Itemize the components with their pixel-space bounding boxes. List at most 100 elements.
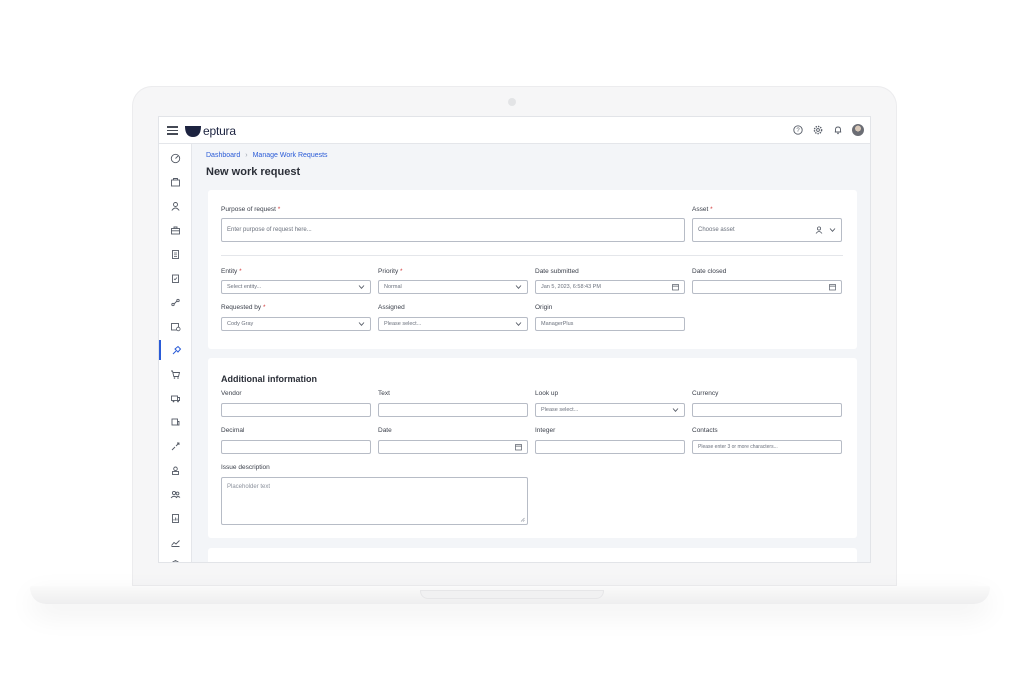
top-bar: eptura ? [159, 117, 870, 144]
sidebar-item-fleet[interactable] [159, 388, 192, 408]
sidebar [159, 144, 192, 562]
currency-input[interactable] [692, 403, 842, 417]
date-submitted-input[interactable]: Jan 5, 2023, 6:58:43 PM [535, 280, 685, 294]
user-icon [172, 466, 179, 475]
sidebar-item-assets[interactable] [159, 220, 192, 240]
chevron-down-icon [672, 408, 679, 412]
footer-button[interactable] [783, 562, 829, 563]
decimal-input[interactable] [221, 440, 371, 454]
app-screen: eptura ? Dashboard › Manage Work Request… [158, 116, 871, 563]
sidebar-item-locations[interactable] [159, 172, 192, 192]
vendor-input[interactable] [221, 403, 371, 417]
eptura-logo-icon [185, 125, 201, 137]
date-label: Date [378, 427, 392, 434]
sidebar-item-calendar[interactable] [159, 316, 192, 336]
calendar-icon [171, 322, 181, 331]
section-divider [221, 255, 843, 256]
tools-icon [171, 442, 180, 450]
people-icon [171, 201, 180, 211]
date-closed-label: Date closed [692, 268, 727, 275]
currency-label: Currency [692, 390, 719, 397]
sidebar-item-analytics[interactable] [159, 532, 192, 552]
breadcrumb-dashboard[interactable]: Dashboard [206, 152, 240, 159]
footer-card [208, 548, 857, 563]
purpose-input[interactable]: Enter purpose of request here... [221, 218, 685, 242]
date-submitted-label: Date submitted [535, 268, 579, 275]
dashboard-icon [170, 153, 181, 163]
sidebar-item-tools[interactable] [159, 436, 192, 456]
main-content: Dashboard › Manage Work Requests New wor… [192, 144, 870, 563]
requested-by-select[interactable]: Cody Gray [221, 317, 371, 331]
resize-handle-icon[interactable] [520, 517, 525, 522]
checklist-icon [172, 274, 179, 283]
lookup-select[interactable]: Please select... [535, 403, 685, 417]
integer-label: Integer [535, 427, 556, 434]
vehicle-icon [171, 418, 180, 425]
date-closed-input[interactable] [692, 280, 842, 294]
sidebar-item-documents[interactable] [159, 244, 192, 264]
origin-input[interactable]: ManagerPlus [535, 317, 685, 331]
sidebar-item-teams[interactable] [159, 484, 192, 504]
routes-icon [171, 298, 180, 306]
assets-icon [171, 226, 180, 234]
settings-icon[interactable] [812, 124, 824, 136]
requested-by-label: Requested by * [221, 304, 266, 311]
help-icon[interactable]: ? [792, 124, 804, 136]
work-requests-icon [172, 345, 182, 354]
bell-icon[interactable] [832, 124, 844, 136]
asset-label: Asset * [692, 206, 713, 213]
brand-logo[interactable]: eptura [185, 124, 236, 138]
laptop-camera [508, 98, 516, 106]
reports-icon [172, 513, 179, 523]
calendar-icon [829, 284, 836, 291]
brand-name: eptura [203, 124, 236, 138]
breadcrumb-manage-work-requests[interactable]: Manage Work Requests [253, 152, 328, 159]
entity-select[interactable]: Select entity... [221, 280, 371, 294]
calendar-icon [672, 284, 679, 291]
text-label: Text [378, 390, 390, 397]
issue-description-label: Issue description [221, 464, 270, 471]
sidebar-item-vehicle[interactable] [159, 412, 192, 432]
issue-description-textarea[interactable]: Placeholder text [221, 477, 528, 525]
vendor-label: Vendor [221, 390, 242, 397]
purpose-label: Purpose of request * [221, 206, 281, 213]
lookup-label: Look up [535, 390, 559, 397]
contacts-label: Contacts [692, 427, 718, 434]
integer-input[interactable] [535, 440, 685, 454]
sidebar-item-routes[interactable] [159, 292, 192, 312]
locations-icon [171, 177, 180, 186]
breadcrumb-separator: › [245, 152, 248, 159]
avatar[interactable] [852, 124, 864, 136]
sidebar-item-dashboard[interactable] [159, 148, 192, 168]
chevron-down-icon [358, 285, 365, 289]
fleet-icon [171, 395, 180, 402]
breadcrumb: Dashboard › Manage Work Requests [206, 152, 328, 159]
sidebar-item-people[interactable] [159, 196, 192, 216]
asset-select[interactable]: Choose asset [692, 218, 842, 242]
sidebar-item-purchasing[interactable] [159, 364, 192, 384]
entity-label: Entity * [221, 268, 242, 275]
sidebar-item-checklist[interactable] [159, 268, 192, 288]
contacts-input[interactable]: Please enter 3 or more characters... [692, 440, 842, 454]
assigned-select[interactable]: Please select... [378, 317, 528, 331]
documents-icon [172, 249, 179, 259]
menu-icon[interactable] [167, 126, 178, 135]
chevron-down-icon [358, 322, 365, 326]
chevron-down-icon [515, 285, 522, 289]
date-input[interactable] [378, 440, 528, 454]
sidebar-item-reports[interactable] [159, 508, 192, 528]
chevron-down-icon [829, 228, 836, 232]
text-input[interactable] [378, 403, 528, 417]
page-title: New work request [206, 166, 301, 178]
additional-info-card: Additional information Vendor Text Look … [208, 358, 857, 538]
analytics-icon [171, 539, 180, 547]
admin-icon [171, 559, 180, 562]
sidebar-item-work-requests[interactable] [159, 340, 192, 360]
sidebar-item-user[interactable] [159, 460, 192, 480]
request-details-card: Purpose of request * Enter purpose of re… [208, 190, 857, 349]
laptop-mockup: eptura ? Dashboard › Manage Work Request… [0, 0, 1024, 677]
priority-select[interactable]: Normal [378, 280, 528, 294]
svg-text:?: ? [796, 128, 800, 134]
sidebar-item-admin[interactable] [159, 554, 192, 562]
laptop-base-notch [420, 590, 604, 599]
